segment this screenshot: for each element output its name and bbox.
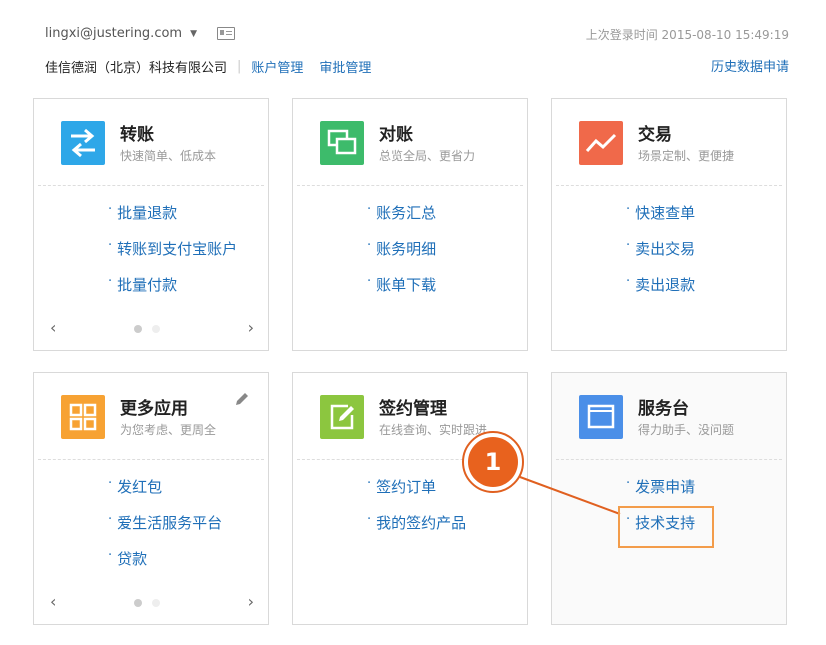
step-number: 1 (468, 437, 518, 487)
step-callout-badge: 1 (462, 431, 524, 493)
callout-connector (519, 476, 621, 515)
highlight-box (618, 506, 714, 548)
